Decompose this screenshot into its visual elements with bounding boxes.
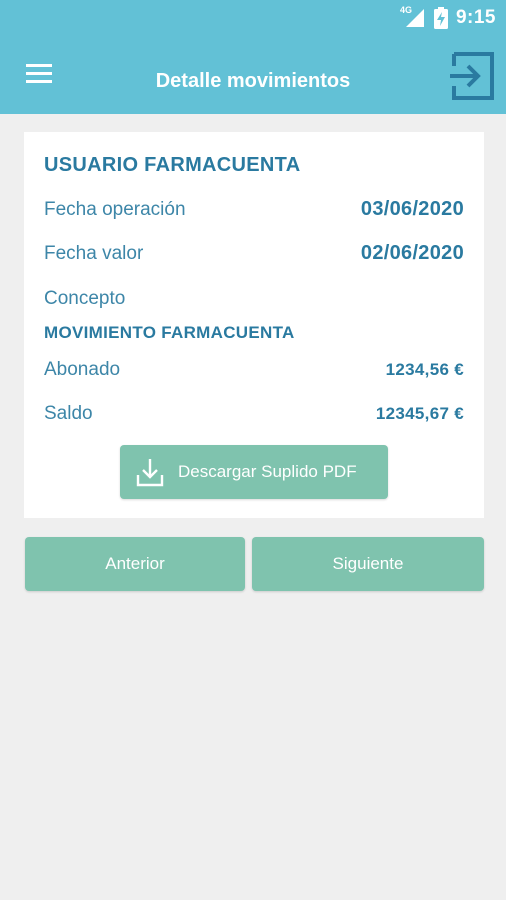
battery-icon xyxy=(433,7,448,29)
next-button[interactable]: Siguiente xyxy=(252,537,484,591)
page-title: Detalle movimientos xyxy=(155,70,351,92)
credited-label: Abonado xyxy=(44,359,121,380)
network-type: 4G xyxy=(399,5,412,15)
download-pdf-button[interactable]: Descargar Suplido PDF xyxy=(120,445,388,499)
app-bar: Detalle movimientos xyxy=(0,36,506,114)
status-bar: 4G 9:15 xyxy=(0,0,506,36)
value-date-label: Fecha valor xyxy=(44,243,144,264)
operation-date-value: 03/06/2020 xyxy=(360,198,464,220)
previous-button[interactable]: Anterior xyxy=(25,537,245,591)
exit-icon[interactable] xyxy=(446,50,498,102)
value-date-value: 02/06/2020 xyxy=(360,242,464,264)
section-title: MOVIMIENTO FARMACUENTA xyxy=(44,323,295,342)
credited-value: 1234,56 € xyxy=(385,360,464,379)
download-icon xyxy=(136,457,164,487)
download-pdf-label: Descargar Suplido PDF xyxy=(178,462,357,481)
movement-detail-card: USUARIO FARMACUENTA Fecha operación 03/0… xyxy=(24,132,484,518)
concept-label: Concepto xyxy=(44,288,126,309)
balance-label: Saldo xyxy=(44,403,93,424)
signal-icon: 4G xyxy=(399,5,426,29)
balance-value: 12345,67 € xyxy=(375,404,464,423)
card-title: USUARIO FARMACUENTA xyxy=(44,154,301,176)
status-icons: 4G 9:15 xyxy=(399,5,496,30)
operation-date-label: Fecha operación xyxy=(44,199,186,220)
status-time: 9:15 xyxy=(455,7,496,28)
